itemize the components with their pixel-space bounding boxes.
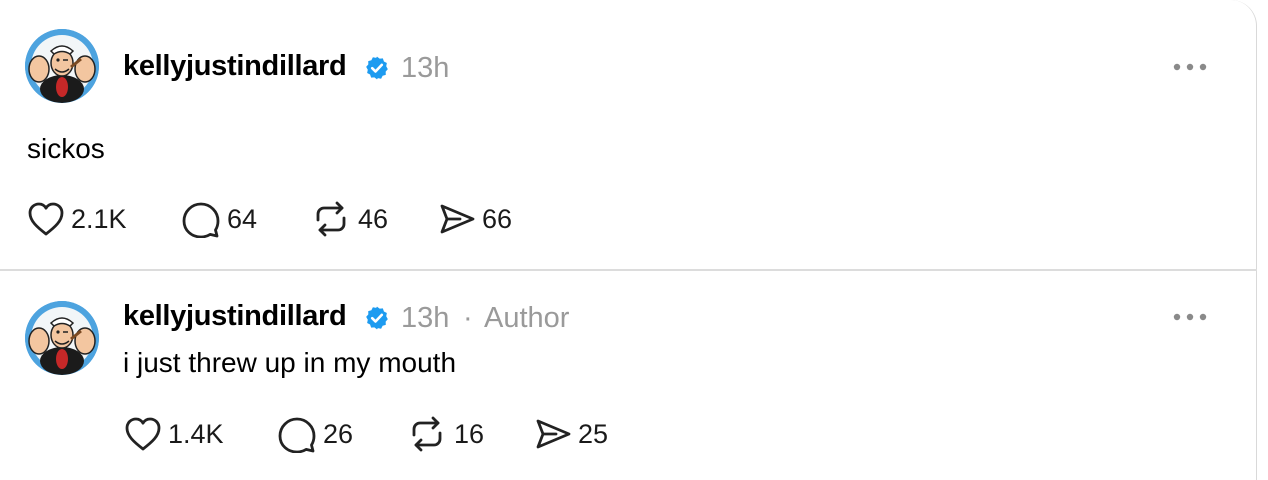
- repost-count: 46: [358, 203, 389, 234]
- like-button[interactable]: 1.4K: [124, 414, 224, 454]
- share-count: 25: [578, 418, 609, 449]
- username[interactable]: kellyjustindillard: [123, 300, 347, 333]
- reply-button[interactable]: 64: [181, 199, 257, 239]
- feed-panel: kellyjustindillard 13h sickos 2.1K 64 46…: [0, 0, 1257, 480]
- post-text: i just threw up in my mouth: [123, 347, 457, 378]
- repost-button[interactable]: 16: [406, 414, 484, 454]
- like-count: 1.4K: [168, 418, 224, 449]
- share-icon: [536, 419, 571, 449]
- avatar-image: [25, 301, 99, 375]
- avatar[interactable]: [25, 29, 99, 103]
- reply-count: 26: [323, 418, 354, 449]
- verified-badge-icon: [366, 306, 388, 330]
- like-button[interactable]: 2.1K: [27, 199, 127, 239]
- avatar[interactable]: [25, 301, 99, 375]
- avatar-image: [25, 29, 99, 103]
- meta-separator: ·: [463, 302, 473, 334]
- share-button[interactable]: 25: [534, 414, 608, 454]
- more-options-icon[interactable]: [1172, 312, 1208, 322]
- reply-post: kellyjustindillard 13h · Author i just t…: [0, 270, 1256, 480]
- like-count: 2.1K: [71, 203, 127, 234]
- timestamp[interactable]: 13h: [401, 302, 449, 335]
- share-icon: [440, 204, 475, 234]
- share-count: 66: [482, 203, 513, 234]
- heart-icon: [125, 417, 161, 451]
- reply-button[interactable]: 26: [277, 414, 353, 454]
- repost-icon: [412, 416, 442, 452]
- share-button[interactable]: 66: [438, 199, 512, 239]
- verified-badge-icon: [366, 56, 388, 80]
- comment-icon: [278, 417, 316, 453]
- heart-icon: [28, 202, 64, 236]
- post: kellyjustindillard 13h sickos 2.1K 64 46…: [0, 0, 1256, 270]
- more-options-icon[interactable]: [1172, 62, 1208, 72]
- repost-button[interactable]: 46: [310, 199, 388, 239]
- username[interactable]: kellyjustindillard: [123, 50, 347, 83]
- repost-count: 16: [454, 418, 485, 449]
- author-tag: Author: [484, 302, 570, 334]
- repost-icon: [316, 201, 346, 237]
- timestamp[interactable]: 13h: [401, 52, 449, 85]
- post-text: sickos: [27, 133, 105, 164]
- reply-count: 64: [227, 203, 258, 234]
- comment-icon: [182, 202, 220, 238]
